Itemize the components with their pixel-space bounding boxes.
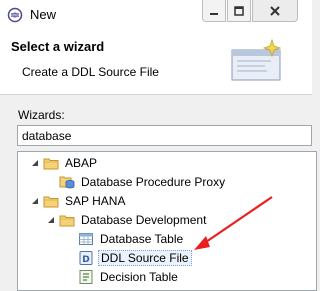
tree-item-database-table[interactable]: Database Table xyxy=(78,230,185,248)
tree-item-label: DDL Source File xyxy=(98,250,192,266)
tree-item-label: Database Table xyxy=(100,232,184,246)
expanded-triangle-icon[interactable] xyxy=(46,215,56,225)
wizards-label: Wizards: xyxy=(18,108,65,122)
tree-item-database-procedure-proxy[interactable]: Database Procedure Proxy xyxy=(59,173,227,191)
tree-item-ddl-source-file[interactable]: D DDL Source File xyxy=(78,249,192,267)
folder-icon xyxy=(59,212,75,228)
expanded-triangle-icon[interactable] xyxy=(30,196,40,206)
tree-item-label: SAP HANA xyxy=(65,194,126,208)
svg-text:D: D xyxy=(82,255,89,265)
minimize-button[interactable] xyxy=(202,0,226,22)
tree-item-label: ABAP xyxy=(65,156,98,170)
folder-icon xyxy=(43,193,59,209)
tree-item-database-development[interactable]: Database Development xyxy=(46,211,208,229)
window-title: New xyxy=(30,7,57,22)
minimize-icon xyxy=(209,6,219,16)
eclipse-new-wizard-icon xyxy=(7,7,23,23)
banner-title: Select a wizard xyxy=(11,39,105,54)
tree-item-label: Database Development xyxy=(81,213,207,227)
wizard-banner: Select a wizard Create a DDL Source File xyxy=(0,30,312,95)
folder-icon xyxy=(43,155,59,171)
new-wizard-banner-icon xyxy=(228,38,288,87)
tree-item-sap-hana[interactable]: SAP HANA xyxy=(30,192,127,210)
banner-subtitle: Create a DDL Source File xyxy=(22,65,159,79)
database-procedure-proxy-icon xyxy=(59,174,75,190)
tree-item-label: Database Procedure Proxy xyxy=(81,175,226,189)
wizard-filter-input[interactable] xyxy=(17,125,312,146)
close-icon xyxy=(269,5,281,17)
expanded-triangle-icon[interactable] xyxy=(30,158,40,168)
tree-item-abap[interactable]: ABAP xyxy=(30,154,99,172)
wizard-tree[interactable]: ABAP Database Procedure Proxy SAP HANA D… xyxy=(17,151,317,291)
maximize-button[interactable] xyxy=(227,0,251,22)
tree-item-decision-table[interactable]: Decision Table xyxy=(78,268,180,286)
maximize-icon xyxy=(234,5,244,16)
close-button[interactable] xyxy=(252,0,298,22)
ddl-source-icon: D xyxy=(78,250,94,266)
title-bar: New xyxy=(0,0,312,30)
table-icon xyxy=(78,231,94,247)
